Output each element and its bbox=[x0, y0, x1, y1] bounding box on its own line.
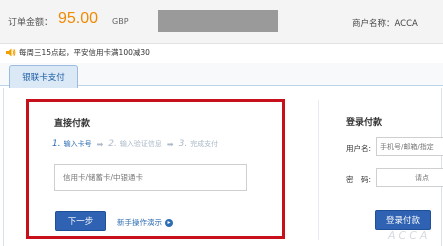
direct-pay-title: 直接付款 bbox=[54, 119, 91, 129]
redacted-block bbox=[158, 10, 278, 32]
speaker-icon bbox=[6, 48, 16, 56]
merchant-label: 商户名称： bbox=[352, 19, 395, 29]
step-1-label: 输入卡号 bbox=[63, 140, 92, 148]
step-3-number: 3. bbox=[178, 139, 188, 149]
step-2-label: 输入验证信息 bbox=[119, 140, 162, 148]
username-label: 用户名: bbox=[346, 144, 372, 153]
beginner-guide-link[interactable]: 新手操作演示 ▸ bbox=[117, 217, 173, 228]
notice-text[interactable]: 每周三15点起，平安信用卡满100减30 bbox=[19, 47, 150, 58]
step-arrow-icon: ➡ bbox=[166, 139, 174, 149]
step-arrow-icon: ➡ bbox=[96, 139, 104, 149]
merchant-info: 商户名称：ACCA bbox=[352, 17, 418, 29]
order-amount: 95.00 bbox=[58, 10, 99, 27]
payment-steps: 1. 输入卡号 ➡ 2. 输入验证信息 ➡ 3. 完成支付 bbox=[52, 139, 218, 149]
merchant-name: ACCA bbox=[394, 19, 418, 29]
watermark: ACCA bbox=[388, 229, 431, 242]
step-3-label: 完成支付 bbox=[190, 140, 219, 148]
play-icon: ▸ bbox=[165, 218, 173, 227]
login-pay-button[interactable]: 登录付款 bbox=[375, 210, 431, 230]
step-2-number: 2. bbox=[108, 139, 117, 149]
step-1-number: 1. bbox=[52, 139, 61, 149]
next-step-button[interactable]: 下一步 bbox=[55, 211, 106, 231]
password-label: 密 码: bbox=[346, 175, 372, 184]
guide-link-label: 新手操作演示 bbox=[117, 218, 162, 227]
tab-unionpay-card[interactable]: 银联卡支付 bbox=[9, 65, 78, 88]
password-input[interactable] bbox=[376, 168, 443, 187]
order-currency: GBP bbox=[112, 17, 129, 26]
section-divider bbox=[318, 100, 319, 240]
card-number-input[interactable] bbox=[54, 164, 247, 191]
login-pay-title: 登录付款 bbox=[346, 118, 383, 128]
promo-notice: 每周三15点起，平安信用卡满100减30 bbox=[6, 46, 150, 58]
username-input[interactable] bbox=[376, 137, 443, 156]
order-amount-label: 订单金额： bbox=[8, 18, 54, 28]
